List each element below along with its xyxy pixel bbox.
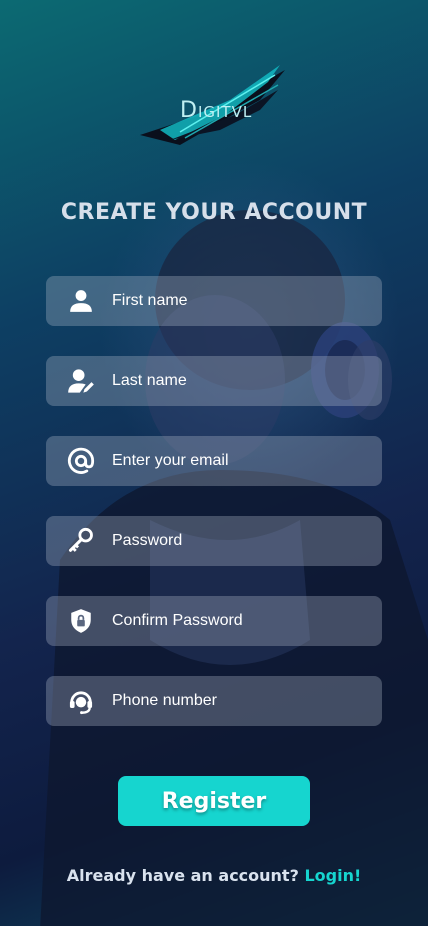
login-prompt-text: Already have an account? [66,866,299,885]
register-button[interactable]: Register [118,776,310,826]
at-sign-icon [64,444,98,478]
register-screen: Digitvl CREATE YOUR ACCOUNT First name L… [0,0,428,926]
confirm-password-input[interactable] [112,596,382,646]
page-title: CREATE YOUR ACCOUNT [60,200,368,225]
first-name-input[interactable] [112,276,382,326]
email-field[interactable] [46,436,382,486]
last-name-field[interactable] [46,356,382,406]
login-link[interactable]: Login! [304,866,361,885]
password-field[interactable] [46,516,382,566]
phone-input[interactable] [112,676,382,726]
person-edit-icon [64,364,98,398]
key-icon [64,524,98,558]
brand-logo: Digitvl [140,60,290,160]
shield-lock-icon [64,604,98,638]
first-name-field[interactable] [46,276,382,326]
last-name-input[interactable] [112,356,382,406]
login-prompt: Already have an account? Login! [0,866,428,885]
confirm-password-field[interactable] [46,596,382,646]
password-input[interactable] [112,516,382,566]
headset-icon [64,684,98,718]
person-icon [64,284,98,318]
logo-text: Digitvl [180,98,253,123]
phone-field[interactable] [46,676,382,726]
email-input[interactable] [112,436,382,486]
